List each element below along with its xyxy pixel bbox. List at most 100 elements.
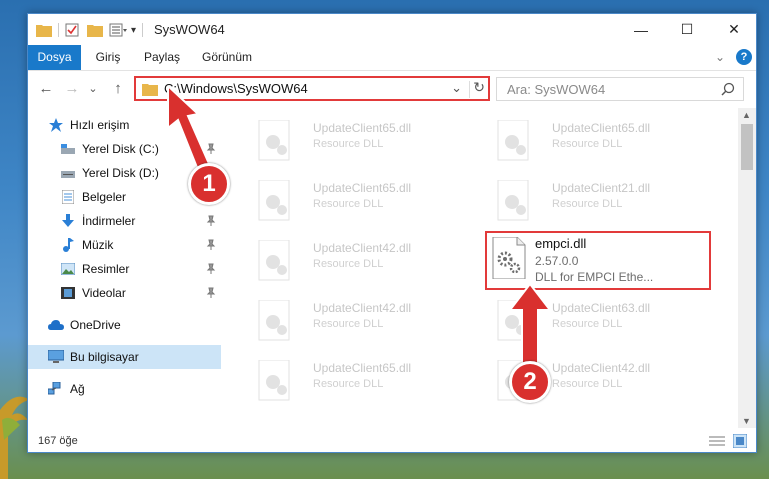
minimize-button[interactable]: — bbox=[618, 14, 664, 45]
drive-icon bbox=[60, 141, 76, 157]
search-box[interactable]: Ara: SysWOW64 bbox=[496, 77, 744, 101]
separator bbox=[469, 81, 470, 98]
separator bbox=[142, 23, 144, 37]
dll-file-icon bbox=[258, 180, 290, 221]
video-icon bbox=[60, 285, 76, 301]
recent-locations-button[interactable]: ⌄ bbox=[86, 78, 100, 98]
sidebar-item-music[interactable]: Müzik bbox=[28, 233, 221, 257]
scroll-up-icon[interactable]: ▲ bbox=[742, 110, 751, 120]
expand-ribbon-icon[interactable]: ⌄ bbox=[710, 45, 730, 70]
view-options-icon[interactable] bbox=[109, 23, 127, 37]
dll-file-icon bbox=[497, 180, 529, 221]
file-name: UpdateClient65.dll bbox=[313, 181, 412, 195]
file-description: Resource DLL bbox=[552, 198, 623, 210]
sidebar-item-this-pc[interactable]: Bu bilgisayar bbox=[28, 345, 221, 369]
search-input[interactable]: Ara: SysWOW64 bbox=[507, 82, 605, 97]
file-description: Resource DLL bbox=[313, 378, 384, 390]
step-2-badge: 2 bbox=[509, 361, 551, 403]
step-1-badge: 1 bbox=[188, 163, 230, 205]
annotation-arrow-2 bbox=[508, 284, 552, 366]
pin-icon bbox=[206, 263, 216, 274]
refresh-icon[interactable]: ↻ bbox=[473, 79, 485, 96]
file-item[interactable]: UpdateClient42.dll Resource DLL bbox=[249, 296, 479, 348]
scrollbar-thumb[interactable] bbox=[741, 124, 753, 170]
details-view-icon[interactable] bbox=[709, 435, 725, 447]
file-description: Resource DLL bbox=[313, 198, 384, 210]
new-folder-icon[interactable] bbox=[87, 23, 103, 37]
vertical-scrollbar[interactable]: ▲ ▼ bbox=[738, 108, 756, 428]
forward-button[interactable]: → bbox=[62, 78, 82, 98]
file-name: UpdateClient42.dll bbox=[313, 301, 412, 315]
file-item[interactable]: UpdateClient65.dll Resource DLL bbox=[249, 116, 479, 168]
navigation-bar: ← → ⌄ ↑ C:\Windows\SysWOW64 ⌄ ↻ Ara: Sys… bbox=[28, 72, 756, 105]
tab-file[interactable]: Dosya bbox=[28, 45, 81, 70]
sidebar-item-label: Yerel Disk (D:) bbox=[82, 166, 159, 180]
address-dropdown-icon[interactable]: ⌄ bbox=[451, 80, 462, 96]
file-description: Resource DLL bbox=[313, 138, 384, 150]
file-item[interactable]: UpdateClient65.dll Resource DLL bbox=[488, 116, 718, 168]
tab-home[interactable]: Giriş bbox=[88, 45, 128, 70]
maximize-button[interactable]: ☐ bbox=[664, 14, 710, 45]
sidebar-item-label: Müzik bbox=[82, 238, 114, 252]
file-description: Resource DLL bbox=[552, 318, 623, 330]
file-name: UpdateClient21.dll bbox=[552, 181, 651, 195]
pin-icon bbox=[206, 239, 216, 250]
customize-toolbar-icon[interactable]: ▾ bbox=[131, 25, 136, 36]
ribbon-tabs: Dosya Giriş Paylaş Görünüm ⌄ ? bbox=[28, 45, 756, 71]
file-item[interactable]: UpdateClient65.dll Resource DLL bbox=[249, 356, 479, 408]
file-item[interactable]: UpdateClient21.dll Resource DLL bbox=[488, 176, 718, 228]
dll-file-icon bbox=[258, 240, 290, 281]
sidebar-item-network[interactable]: Ağ bbox=[28, 377, 221, 401]
properties-icon[interactable] bbox=[65, 23, 79, 37]
file-description: Resource DLL bbox=[552, 138, 623, 150]
back-button[interactable]: ← bbox=[36, 78, 56, 98]
close-button[interactable]: ✕ bbox=[711, 14, 757, 45]
status-bar: 167 öğe bbox=[28, 430, 756, 452]
quick-access-toolbar: ▾ bbox=[36, 21, 149, 39]
dll-file-icon bbox=[497, 120, 529, 161]
title-bar: ▾ SysWOW64 — ☐ ✕ bbox=[28, 14, 756, 45]
sidebar-item-label: Yerel Disk (C:) bbox=[82, 142, 159, 156]
separator bbox=[58, 23, 59, 37]
sidebar-item-downloads[interactable]: İndirmeler bbox=[28, 209, 221, 233]
item-count: 167 öğe bbox=[38, 435, 78, 447]
tab-share[interactable]: Paylaş bbox=[138, 45, 186, 70]
file-name: UpdateClient63.dll bbox=[552, 301, 651, 315]
tab-view[interactable]: Görünüm bbox=[196, 45, 258, 70]
sidebar-item-label: Resimler bbox=[82, 262, 130, 276]
sidebar-item-label: Belgeler bbox=[82, 190, 127, 204]
explorer-window: ▾ SysWOW64 — ☐ ✕ Dosya Giriş Paylaş Görü… bbox=[27, 13, 757, 453]
picture-icon bbox=[60, 261, 76, 277]
sidebar-item-videos[interactable]: Videolar bbox=[28, 281, 221, 305]
sidebar-item-label: Hızlı erişim bbox=[70, 118, 130, 132]
sidebar-item-onedrive[interactable]: OneDrive bbox=[28, 313, 221, 337]
document-icon bbox=[60, 189, 76, 205]
search-icon[interactable] bbox=[721, 82, 735, 96]
sidebar-item-label: Videolar bbox=[82, 286, 126, 300]
scroll-down-icon[interactable]: ▼ bbox=[742, 416, 751, 426]
music-icon bbox=[60, 237, 76, 253]
pin-icon bbox=[206, 215, 216, 226]
sidebar-item-label: OneDrive bbox=[70, 318, 121, 332]
file-highlight-box bbox=[485, 231, 711, 290]
folder-icon[interactable] bbox=[36, 23, 52, 37]
sidebar-item-label: İndirmeler bbox=[82, 214, 136, 228]
desktop-palm-decoration bbox=[0, 396, 30, 479]
cloud-icon bbox=[48, 317, 64, 333]
sidebar-item-label: Bu bilgisayar bbox=[70, 350, 139, 364]
up-button[interactable]: ↑ bbox=[108, 78, 128, 98]
tiles-view-icon[interactable] bbox=[733, 434, 747, 448]
file-item[interactable]: UpdateClient42.dll Resource DLL bbox=[249, 236, 479, 288]
file-item[interactable]: UpdateClient65.dll Resource DLL bbox=[249, 176, 479, 228]
dll-file-icon bbox=[258, 300, 290, 341]
sidebar-item-pictures[interactable]: Resimler bbox=[28, 257, 221, 281]
file-description: Resource DLL bbox=[313, 318, 384, 330]
download-icon bbox=[60, 213, 76, 229]
help-icon[interactable]: ? bbox=[736, 49, 752, 65]
file-name: UpdateClient65.dll bbox=[552, 121, 651, 135]
computer-icon bbox=[48, 349, 64, 365]
file-name: UpdateClient65.dll bbox=[313, 361, 412, 375]
folder-icon bbox=[142, 83, 158, 96]
file-name: UpdateClient42.dll bbox=[313, 241, 412, 255]
file-name: UpdateClient65.dll bbox=[313, 121, 412, 135]
